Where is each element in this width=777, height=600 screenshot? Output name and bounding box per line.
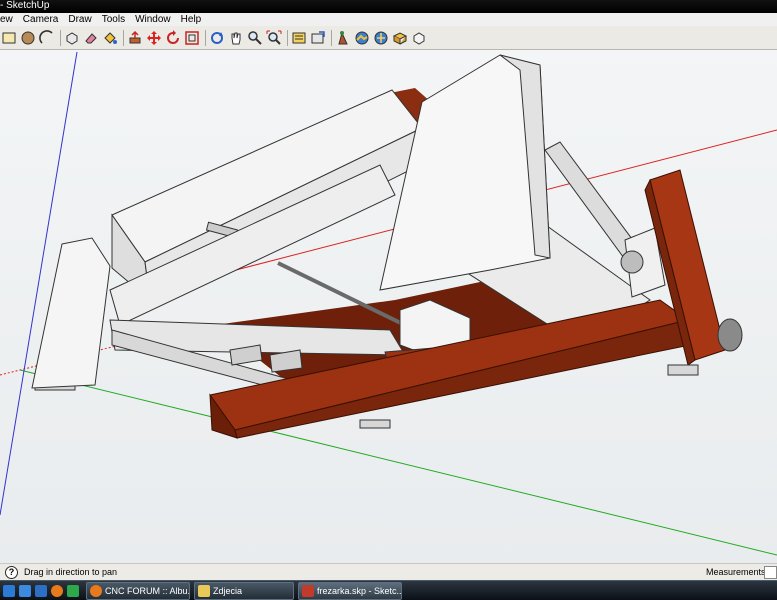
sketchup-icon [302,585,314,597]
foot-left [359,419,391,429]
menu-draw[interactable]: Draw [63,13,96,26]
taskbar-item-sketchup[interactable]: frezarka.skp - Sketc... [298,582,402,600]
get-photo-texture-icon[interactable] [410,29,428,47]
quicklaunch-icon[interactable] [35,585,47,597]
foot-right [667,364,699,376]
title-bar: - SketchUp [0,0,777,13]
window-switcher-icon[interactable] [19,585,31,597]
taskbar-item-label: CNC FORUM :: Albu... [105,586,190,596]
measurements-input[interactable] [764,566,777,579]
motor-end-icon [717,318,743,352]
folder-icon [198,585,210,597]
menu-view[interactable]: ew [0,13,18,26]
make-component-icon[interactable] [63,29,81,47]
rectangle-icon[interactable] [0,29,18,47]
menu-bar: ew Camera Draw Tools Window Help [0,13,777,26]
menu-camera[interactable]: Camera [18,13,64,26]
get-models-icon[interactable] [290,29,308,47]
bearing-icon [620,250,644,274]
place-model-icon[interactable] [372,29,390,47]
get-current-view-icon[interactable] [391,29,409,47]
help-icon[interactable]: ? [5,566,18,579]
menu-help[interactable]: Help [176,13,207,26]
google-earth-icon[interactable] [334,29,352,47]
quicklaunch-app-icon[interactable] [67,585,79,597]
zoom-extents-icon[interactable] [265,29,283,47]
share-model-icon[interactable] [309,29,327,47]
toggle-terrain-icon[interactable] [353,29,371,47]
taskbar-item-browser[interactable]: CNC FORUM :: Albu... [86,582,190,600]
paint-bucket-icon[interactable] [101,29,119,47]
move-icon[interactable] [145,29,163,47]
zoom-icon[interactable] [246,29,264,47]
pan-icon[interactable] [227,29,245,47]
taskbar-item-label: Zdjecia [213,586,243,596]
measurements-label: Measurements [706,567,766,577]
offset-icon[interactable] [183,29,201,47]
taskbar: CNC FORUM :: Albu... Zdjecia frezarka.sk… [0,580,777,600]
orbit-icon[interactable] [208,29,226,47]
firefox-icon [90,585,102,597]
taskbar-item-label: frezarka.skp - Sketc... [317,586,402,596]
menu-window[interactable]: Window [130,13,176,26]
status-bar: ? Drag in direction to pan Measurements [0,563,777,580]
firefox-quicklaunch-icon[interactable] [51,585,63,597]
drawing-area[interactable] [0,50,777,563]
menu-tools[interactable]: Tools [97,13,130,26]
main-toolbar [0,26,777,50]
eraser-icon[interactable] [82,29,100,47]
circle-icon[interactable] [19,29,37,47]
rotate-icon[interactable] [164,29,182,47]
status-message: Drag in direction to pan [24,567,118,577]
sketchup-window: - SketchUp ew Camera Draw Tools Window H… [0,0,777,600]
left-end-plate [31,237,111,389]
show-desktop-icon[interactable] [3,585,15,597]
taskbar-item-folder[interactable]: Zdjecia [194,582,294,600]
push-pull-icon[interactable] [126,29,144,47]
window-title: - SketchUp [0,0,50,11]
arc-icon[interactable] [38,29,56,47]
model-canvas[interactable] [0,50,777,563]
